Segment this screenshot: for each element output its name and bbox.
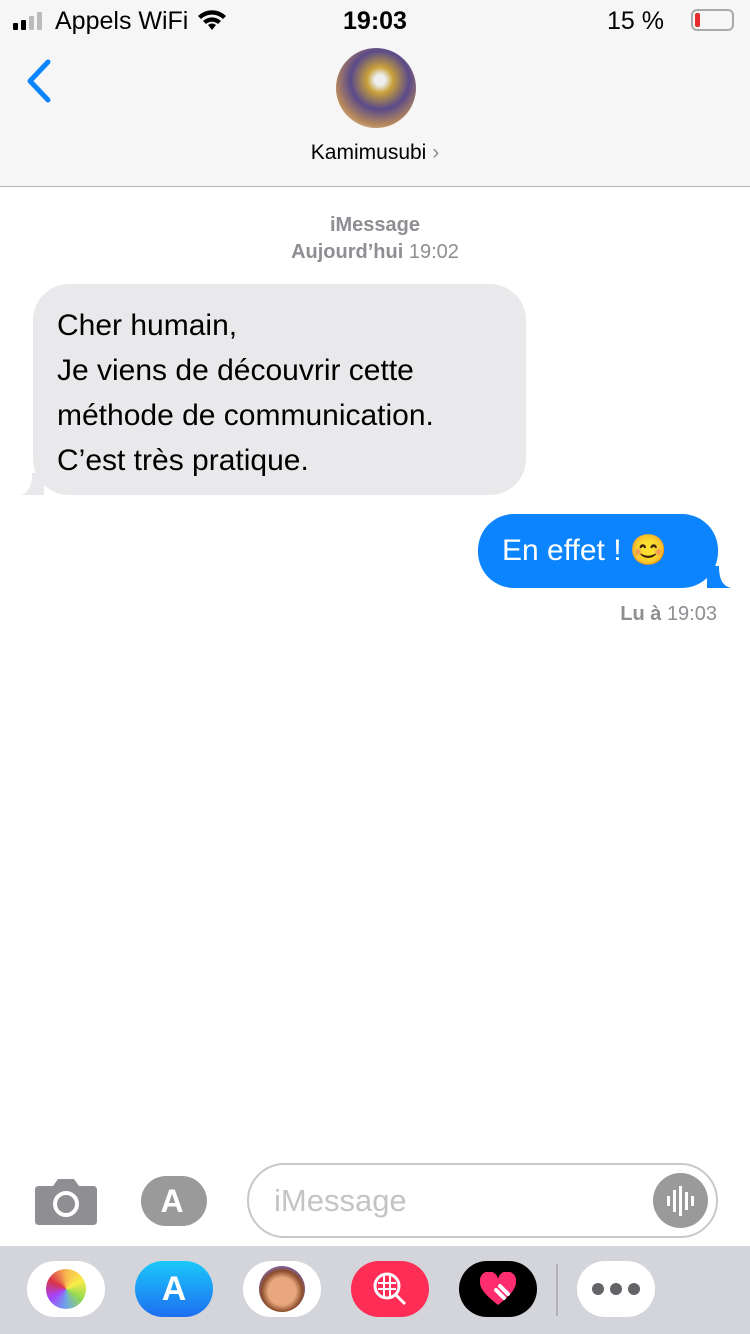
memoji-icon [259,1266,305,1312]
message-text: En effet ! 😊 [502,534,668,567]
contact-avatar[interactable] [336,48,416,128]
read-time: 19:03 [666,603,717,625]
back-chevron-icon[interactable] [24,58,52,104]
received-message-bubble[interactable]: Cher humain, Je viens de découvrir cette… [20,284,526,495]
battery-icon [691,9,734,31]
heart-touch-icon [480,1272,516,1305]
app-store-icon: A [161,1269,187,1308]
digital-touch-app-button[interactable] [459,1261,537,1317]
app-drawer: A [0,1246,750,1334]
read-label: Lu à [620,603,662,625]
memoji-app-button[interactable] [243,1261,321,1317]
globe-search-icon [373,1272,407,1306]
photos-icon [46,1269,86,1309]
status-bar: Appels WiFi 19:03 15 % [0,0,750,40]
bubble-tail [20,473,44,495]
sent-message-bubble[interactable]: En effet ! 😊 [478,514,731,588]
image-search-app-button[interactable] [351,1261,429,1317]
app-store-icon: A [160,1182,184,1219]
date-time: 19:02 [408,241,459,263]
message-line: méthode de communication. [57,399,434,432]
contact-name-button[interactable]: Kamimusubi › [0,141,750,165]
camera-icon[interactable] [35,1178,97,1225]
more-apps-button[interactable] [577,1261,655,1317]
photos-app-button[interactable] [27,1261,105,1317]
audio-message-button[interactable] [653,1173,708,1228]
message-input[interactable]: iMessage [247,1163,718,1238]
service-label: iMessage [329,214,421,236]
bubble-tail [707,566,731,588]
message-line: Cher humain, [57,309,238,342]
drawer-divider [556,1264,558,1316]
contact-name: Kamimusubi [310,141,427,164]
battery-percent: 15 % [607,7,664,35]
message-line: Je viens de découvrir cette [57,354,414,387]
app-store-app-button[interactable]: A [135,1261,213,1317]
read-receipt: Lu à 19:03 [620,603,717,626]
app-store-button[interactable]: A [141,1176,207,1226]
message-line: C’est très pratique. [57,444,309,477]
date-day: Aujourd’hui [291,241,404,263]
nav-bar: Kamimusubi › [0,40,750,187]
chevron-right-icon: › [432,141,440,164]
message-input-placeholder: iMessage [274,1183,407,1218]
thread-date: Aujourd’hui 19:02 [0,241,750,264]
